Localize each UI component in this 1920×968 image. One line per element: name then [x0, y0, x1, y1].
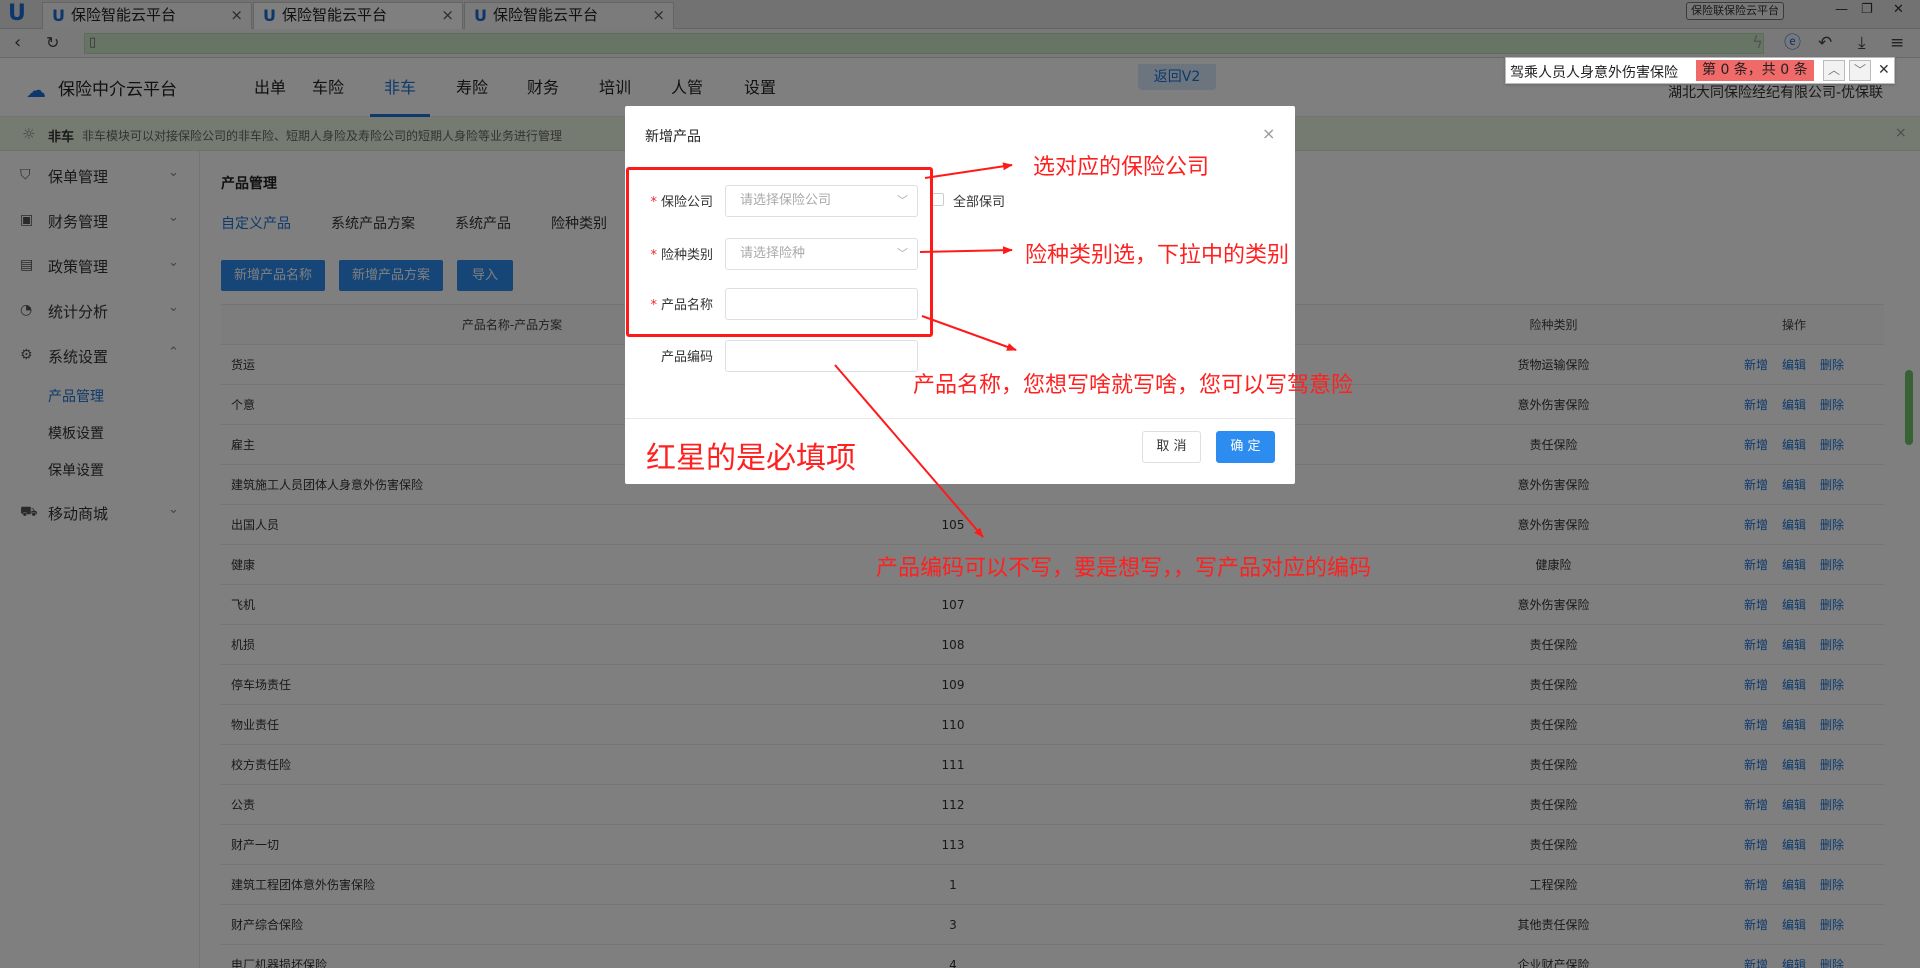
find-close-icon[interactable]: ✕ — [1878, 62, 1890, 78]
annotation-required: 红星的是必填项 — [646, 441, 856, 476]
arrow-type — [919, 246, 1013, 255]
annotation-company: 选对应的保险公司 — [1033, 155, 1210, 180]
arrow-name — [921, 315, 1017, 351]
annotation-name: 产品名称，您想写啥就写啥，您可以写驾意险 — [913, 373, 1354, 398]
annotation-arrows — [834, 162, 1017, 538]
arrow-company — [924, 162, 1013, 179]
find-prev-icon[interactable]: ︿ — [1823, 60, 1845, 81]
annotation-type: 险种类别选，下拉中的类别 — [1025, 243, 1290, 268]
annotation-code: 产品编码可以不写，要是想写，，写产品对应的编码 — [876, 556, 1372, 581]
find-bar: 驾乘人员人身意外伤害保险 第 0 条，共 0 条 ︿ ﹀ ✕ — [1505, 57, 1895, 84]
find-count: 第 0 条，共 0 条 — [1696, 60, 1814, 81]
find-input[interactable]: 驾乘人员人身意外伤害保险 — [1510, 62, 1678, 82]
find-next-icon[interactable]: ﹀ — [1849, 60, 1871, 81]
